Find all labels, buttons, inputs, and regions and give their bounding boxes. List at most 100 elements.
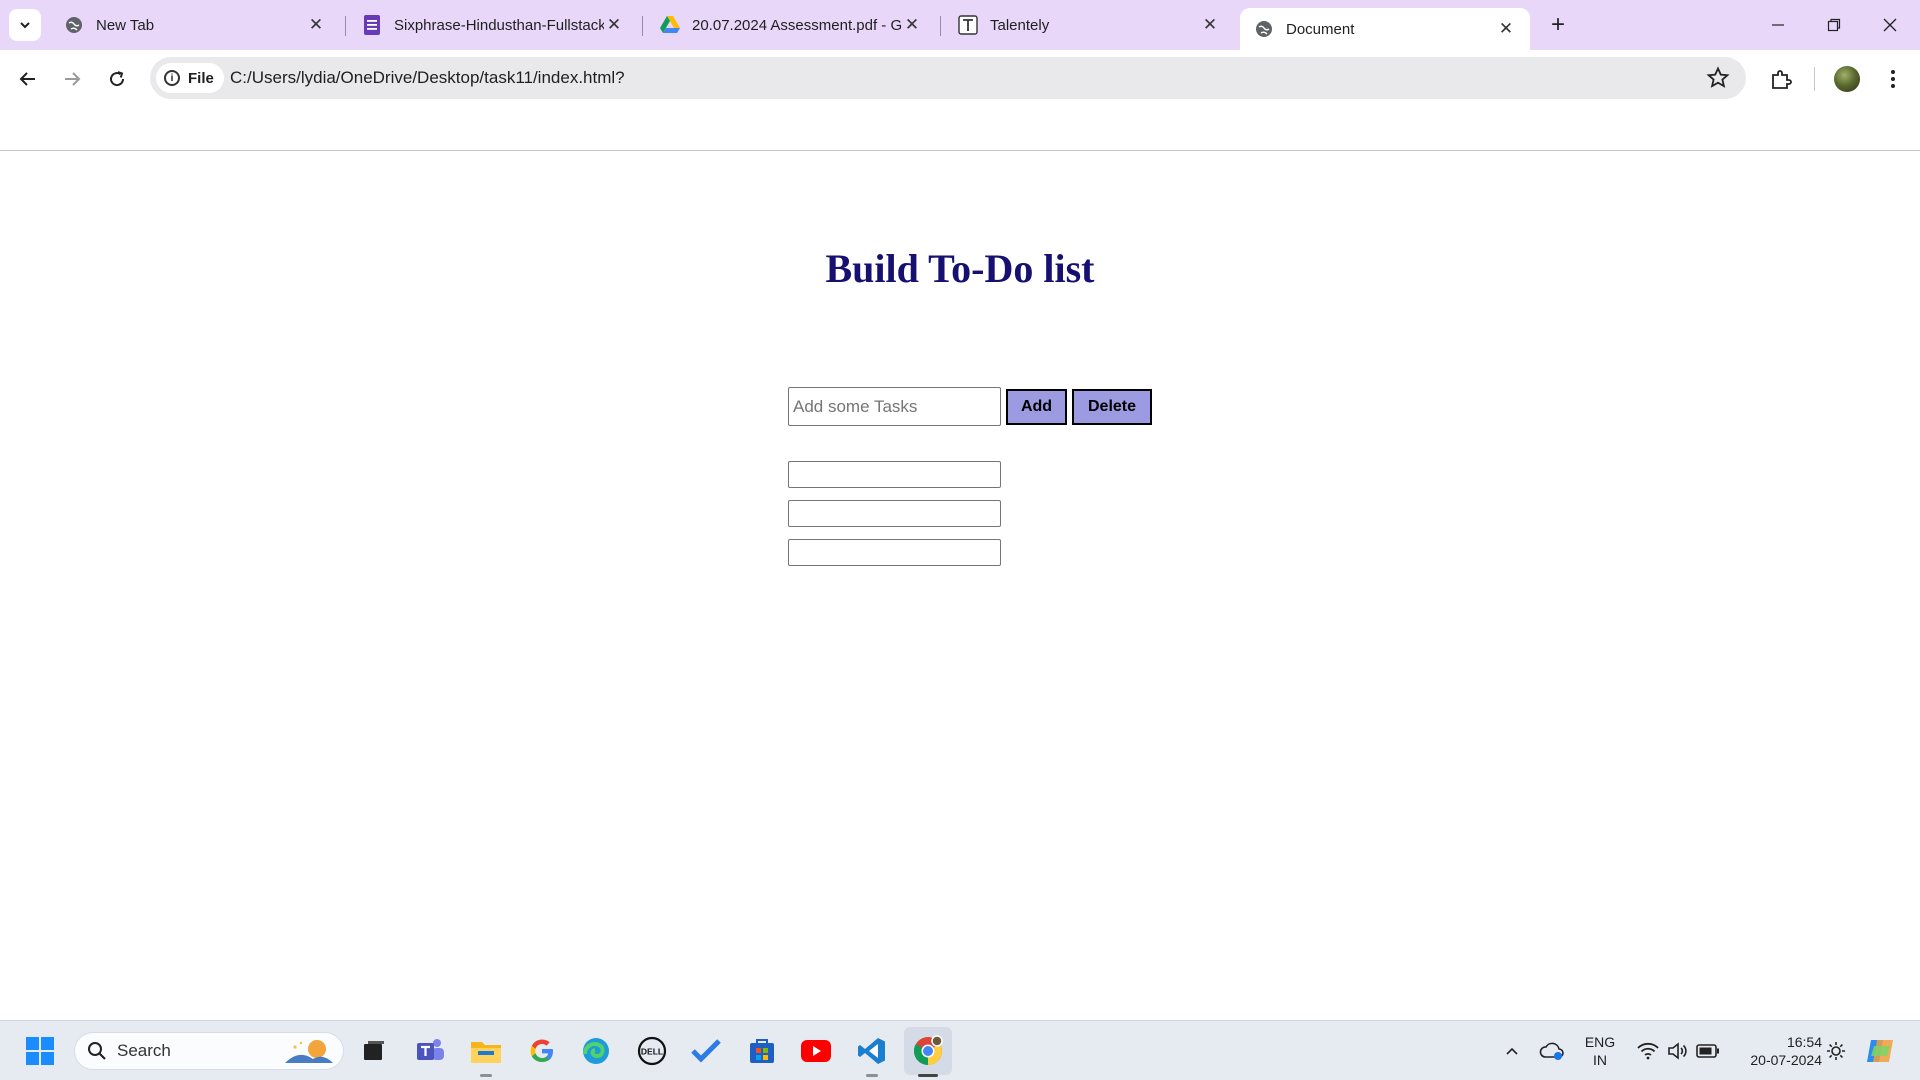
tab-sixphrase[interactable]: Sixphrase-Hindusthan-Fullstack ✕ [348,8,638,42]
onedrive-button[interactable] [1532,1031,1572,1071]
svg-text:DELL: DELL [641,1047,663,1057]
page-content: Build To-Do list Add Delete [0,151,1920,1020]
address-bar[interactable]: i File C:/Users/lydia/OneDrive/Desktop/t… [150,57,1746,99]
google-icon [530,1039,553,1062]
tab-search-button[interactable] [9,9,41,41]
search-label: Search [117,1041,171,1060]
task-item[interactable] [788,461,1001,488]
minimize-button[interactable] [1750,0,1806,50]
close-window-button[interactable] [1862,0,1918,50]
reload-button[interactable] [100,62,134,96]
language-code: ENG [1584,1034,1616,1050]
close-icon[interactable]: ✕ [1496,19,1516,39]
add-button[interactable]: Add [1006,389,1067,425]
tab-title: Talentely [990,16,1050,34]
tab-title: Sixphrase-Hindusthan-Fullstack [394,16,604,34]
bookmark-star-icon[interactable] [1706,66,1730,90]
cloud-sync-icon [1539,1042,1564,1060]
clock-date: 20-07-2024 [1750,1052,1822,1068]
youtube-button[interactable] [796,1031,836,1071]
file-explorer-button[interactable] [466,1031,506,1071]
start-button[interactable] [20,1031,60,1071]
chrome-button[interactable] [908,1031,948,1071]
youtube-icon [801,1040,831,1062]
notifications-button[interactable] [1816,1031,1856,1071]
dell-button[interactable]: DELL [632,1031,672,1071]
windows-taskbar: Search DELL ENG IN 16:54 20-07-2024 [0,1020,1920,1080]
drive-icon [660,15,680,35]
close-icon[interactable]: ✕ [902,15,922,35]
menu-button[interactable] [1876,62,1910,96]
google-button[interactable] [522,1031,562,1071]
task-item[interactable] [788,539,1001,566]
folder-icon [471,1042,501,1063]
site-chip-label: File [188,69,214,87]
tab-assessment-pdf[interactable]: 20.07.2024 Assessment.pdf - Go ✕ [646,8,936,42]
taskbar-search[interactable]: Search [74,1032,344,1070]
close-icon[interactable]: ✕ [306,15,326,35]
extensions-button[interactable] [1764,62,1798,96]
delete-button[interactable]: Delete [1072,389,1152,425]
tab-document[interactable]: Document ✕ [1240,8,1530,50]
dell-icon: DELL [637,1036,667,1066]
copilot-button[interactable] [1860,1031,1900,1071]
search-icon [88,1042,106,1060]
tab-separator [642,16,643,36]
new-tab-button[interactable]: + [1543,10,1573,40]
site-info-chip[interactable]: i File [156,63,224,93]
back-button[interactable] [11,62,45,96]
tab-new-tab[interactable]: New Tab ✕ [50,8,340,42]
info-icon: i [164,70,180,86]
store-button[interactable] [742,1031,782,1071]
vscode-button[interactable] [852,1031,892,1071]
clock-time: 16:54 [1786,1034,1822,1050]
chevron-up-icon [1506,1047,1518,1055]
teams-icon [417,1039,444,1060]
task-view-button[interactable] [354,1031,394,1071]
restore-button[interactable] [1806,0,1862,50]
active-indicator [918,1074,938,1077]
chrome-icon [914,1035,943,1065]
back-arrow-icon [19,72,35,86]
plus-icon: + [1550,11,1565,38]
forward-button[interactable] [55,62,89,96]
windows-logo-icon [26,1037,54,1065]
clock[interactable]: 16:54 20-07-2024 [1732,1033,1822,1069]
checkmark-icon [691,1039,721,1063]
restore-icon [1827,18,1841,32]
page-title: Build To-Do list [825,246,1095,291]
reload-icon [110,71,125,87]
toolbar-separator [1814,67,1815,91]
battery-button[interactable] [1688,1031,1728,1071]
language-indicator[interactable]: ENG IN [1580,1033,1620,1069]
forward-arrow-icon [65,72,81,86]
show-hidden-icons-button[interactable] [1492,1031,1532,1071]
tab-separator [940,16,941,36]
teams-button[interactable] [410,1031,450,1071]
url-text[interactable]: C:/Users/lydia/OneDrive/Desktop/task11/i… [230,68,625,88]
close-icon[interactable]: ✕ [1200,15,1220,35]
task-view-icon [364,1041,384,1060]
tab-strip: New Tab ✕ Sixphrase-Hindusthan-Fullstack… [0,0,1920,50]
speaker-icon [1668,1042,1687,1060]
search-highlight-icon [285,1040,333,1063]
store-icon [750,1039,774,1063]
edge-icon [583,1038,609,1064]
close-icon[interactable]: ✕ [604,15,624,35]
puzzle-icon [1772,70,1792,89]
tab-talentely[interactable]: Talentely ✕ [944,8,1234,42]
avatar [1834,66,1860,92]
task-item[interactable] [788,500,1001,527]
profile-button[interactable] [1830,62,1864,96]
copilot-icon [1867,1040,1893,1062]
talentely-icon [958,15,978,35]
edge-button[interactable] [576,1031,616,1071]
running-indicator [480,1074,492,1077]
browser-toolbar: i File C:/Users/lydia/OneDrive/Desktop/t… [0,50,1920,108]
todo-button[interactable] [686,1031,726,1071]
tab-title: 20.07.2024 Assessment.pdf - Go [692,16,902,34]
globe-icon [64,15,84,35]
task-input[interactable] [788,387,1001,426]
globe-icon [1254,19,1274,39]
more-vertical-icon [1891,70,1895,88]
